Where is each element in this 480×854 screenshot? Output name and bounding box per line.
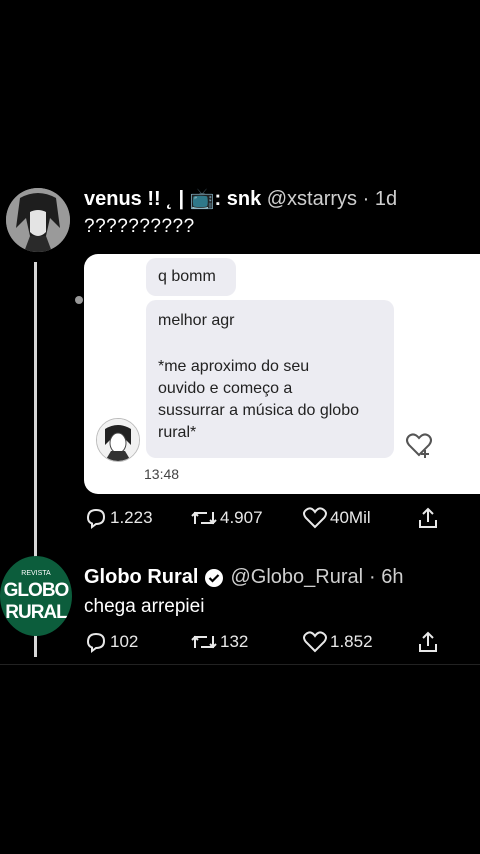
- like-button[interactable]: 1.852: [302, 630, 373, 654]
- like-button[interactable]: 40Mil: [302, 506, 371, 530]
- reply-button[interactable]: 102: [84, 630, 138, 654]
- share-icon: [419, 631, 437, 652]
- chat-bubble: q bomm: [146, 258, 236, 296]
- reply-count: 1.223: [110, 508, 153, 527]
- reply-icon: [86, 508, 106, 529]
- tweet2-display-name[interactable]: Globo Rural: [84, 566, 198, 589]
- retweet-icon: [191, 635, 217, 649]
- user-avatar[interactable]: [6, 188, 70, 252]
- tweet1-handle[interactable]: @xstarrys: [267, 188, 357, 210]
- tweet1-display-name[interactable]: venus !! ˛ | 📺: snk: [84, 188, 261, 210]
- logo-text: RURAL: [5, 602, 68, 623]
- tweet2-header: Globo Rural @Globo_Rural · 6h: [84, 566, 404, 589]
- tweet1-header: venus !! ˛ | 📺: snk @xstarrys · 1d: [84, 186, 397, 211]
- retweet-button[interactable]: 4.907: [190, 506, 263, 530]
- heart-icon: [303, 507, 327, 529]
- share-icon: [419, 507, 437, 528]
- thread-dot: [75, 296, 83, 304]
- logo-text: GLOBO: [3, 580, 70, 601]
- retweet-button[interactable]: 132: [190, 630, 248, 654]
- heart-icon: [303, 631, 327, 653]
- chat-screenshot-image[interactable]: q bomm melhor agr *me aproximo do seu ou…: [75, 254, 480, 494]
- reply-count: 102: [110, 632, 139, 651]
- retweet-icon: [191, 511, 217, 525]
- retweet-count: 132: [220, 632, 249, 651]
- tweet2-age: · 6h: [369, 566, 404, 588]
- tweet2-handle[interactable]: @Globo_Rural: [230, 566, 363, 589]
- like-count: 40Mil: [330, 508, 371, 527]
- share-button[interactable]: [416, 506, 440, 530]
- globo-rural-avatar[interactable]: REVISTA GLOBO RURAL: [0, 556, 72, 636]
- tweet2-actions: 102 132 1.852: [84, 630, 454, 658]
- tweet1-age: · 1d: [362, 188, 398, 210]
- like-count: 1.852: [330, 632, 373, 651]
- chat-line: melhor agr: [158, 312, 235, 329]
- tweet1-actions: 1.223 4.907 40Mil: [84, 506, 454, 534]
- chat-line: *me aproximo do seu: [158, 358, 310, 375]
- tweet2-text: chega arrepiei: [84, 596, 205, 617]
- chat-message: q bomm: [158, 268, 216, 285]
- chat-line: sussurrar a música do globo: [158, 402, 359, 419]
- reply-icon: [86, 632, 106, 653]
- chat-avatar: [96, 418, 140, 462]
- chat-line: ouvido e começo a: [158, 380, 293, 397]
- anime-avatar-icon: [97, 419, 139, 461]
- verified-badge-icon: [205, 568, 224, 587]
- tweet1-text: ??????????: [84, 216, 195, 237]
- share-button[interactable]: [416, 630, 440, 654]
- divider: [0, 664, 480, 665]
- anime-avatar-icon: [6, 188, 70, 252]
- chat-bubble: melhor agr *me aproximo do seu ouvido e …: [146, 300, 394, 458]
- heart-plus-icon: [404, 430, 434, 460]
- reply-button[interactable]: 1.223: [84, 506, 153, 530]
- retweet-count: 4.907: [220, 508, 263, 527]
- chat-line: rural*: [158, 424, 197, 441]
- chat-time: 13:48: [144, 466, 180, 482]
- logo-text: REVISTA: [21, 570, 51, 577]
